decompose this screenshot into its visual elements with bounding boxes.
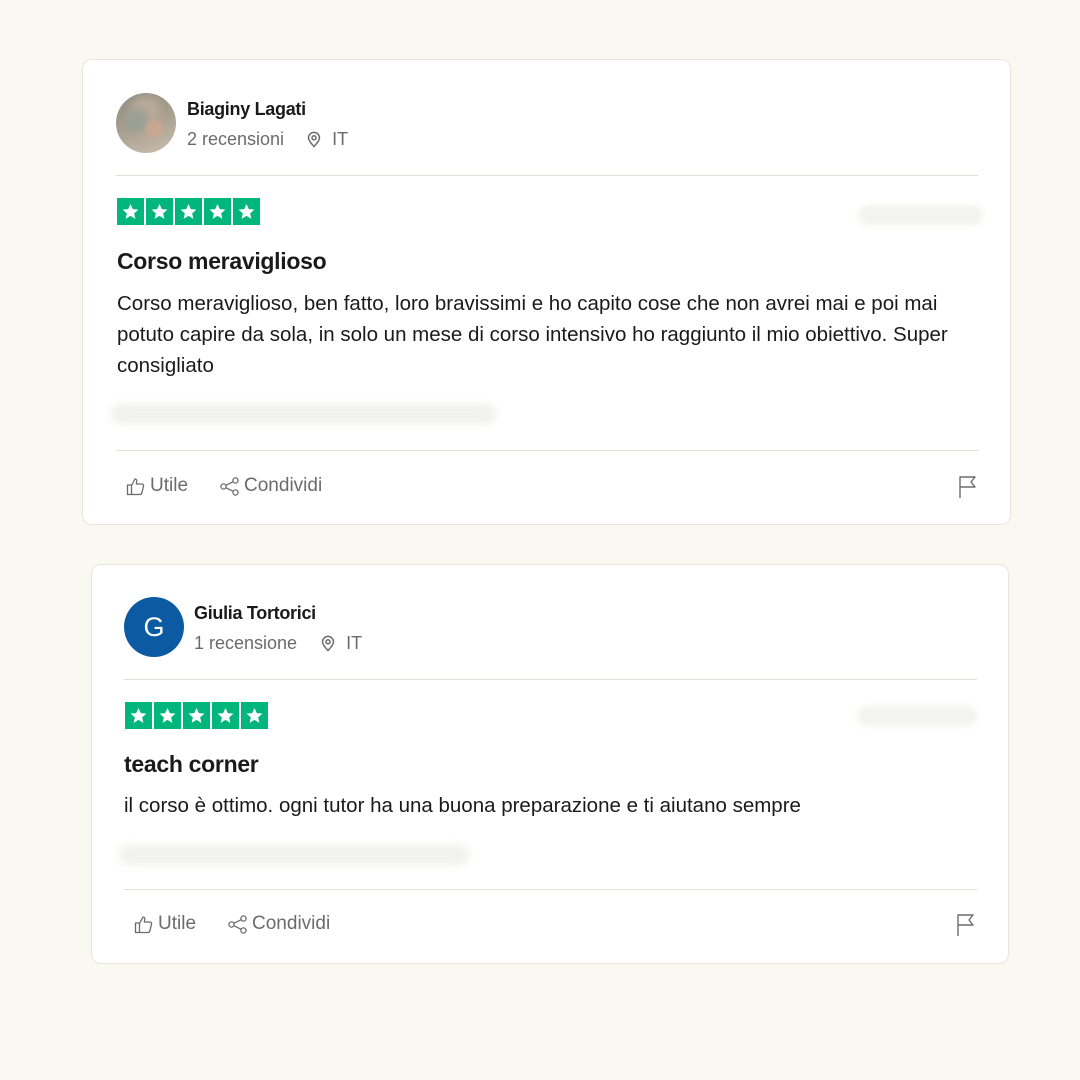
thumbs-up-icon	[126, 476, 147, 497]
reviewer-info: Giulia Tortorici 1 recensione IT	[194, 601, 362, 654]
reviewer-country: IT	[332, 128, 349, 149]
share-label: Condividi	[244, 475, 323, 496]
review-body: il corso è ottimo. ogni tutor ha una buo…	[124, 794, 801, 817]
experience-date-blurred	[119, 845, 469, 865]
star-icon	[146, 198, 173, 225]
star-icon	[183, 702, 210, 729]
share-icon	[219, 476, 241, 497]
reviewer-name[interactable]: Biaginy Lagati	[187, 99, 348, 120]
star-icon	[204, 198, 231, 225]
star-icon	[125, 702, 152, 729]
reviewer-country: IT	[346, 632, 363, 653]
flag-icon[interactable]	[955, 913, 977, 937]
reviewer-avatar[interactable]	[116, 93, 176, 153]
header-divider	[124, 679, 977, 680]
location-pin-icon	[319, 634, 337, 652]
experience-date-blurred	[111, 404, 496, 424]
star-icon	[175, 198, 202, 225]
reviewer-avatar[interactable]: G	[124, 597, 184, 657]
header-divider	[116, 175, 978, 176]
share-label: Condividi	[252, 913, 331, 934]
review-date-blurred	[858, 205, 983, 225]
helpful-label: Utile	[158, 913, 197, 934]
review-title[interactable]: teach corner	[124, 751, 259, 778]
reviewer-name[interactable]: Giulia Tortorici	[194, 603, 362, 624]
flag-icon[interactable]	[957, 475, 979, 499]
star-rating	[125, 702, 268, 729]
helpful-label: Utile	[150, 475, 189, 496]
star-rating	[117, 198, 260, 225]
star-icon	[154, 702, 181, 729]
review-count: 1 recensione	[194, 632, 298, 653]
review-card: Biaginy Lagati 2 recensioni IT Corso mer…	[82, 59, 1011, 525]
share-button[interactable]: Condividi	[219, 475, 322, 497]
reviewer-header: Biaginy Lagati 2 recensioni IT	[116, 92, 348, 154]
star-icon	[233, 198, 260, 225]
review-actions: Utile Condividi	[134, 913, 330, 935]
location-pin-icon	[305, 130, 323, 148]
helpful-button[interactable]: Utile	[134, 913, 196, 935]
reviewer-info: Biaginy Lagati 2 recensioni IT	[187, 97, 348, 150]
review-count: 2 recensioni	[187, 128, 285, 149]
reviewer-meta: 2 recensioni IT	[187, 129, 348, 150]
share-button[interactable]: Condividi	[227, 913, 330, 935]
review-card: G Giulia Tortorici 1 recensione IT teach…	[91, 564, 1009, 964]
review-date-blurred	[857, 706, 977, 726]
thumbs-up-icon	[134, 914, 155, 935]
reviewer-meta: 1 recensione IT	[194, 633, 362, 654]
star-icon	[117, 198, 144, 225]
review-title[interactable]: Corso meraviglioso	[117, 248, 327, 275]
review-body: Corso meraviglioso, ben fatto, loro brav…	[117, 292, 948, 377]
helpful-button[interactable]: Utile	[126, 475, 188, 497]
share-icon	[227, 914, 249, 935]
actions-divider	[124, 889, 977, 890]
star-icon	[212, 702, 239, 729]
review-actions: Utile Condividi	[126, 475, 322, 497]
reviewer-header: G Giulia Tortorici 1 recensione IT	[124, 596, 362, 658]
actions-divider	[116, 450, 978, 451]
star-icon	[241, 702, 268, 729]
